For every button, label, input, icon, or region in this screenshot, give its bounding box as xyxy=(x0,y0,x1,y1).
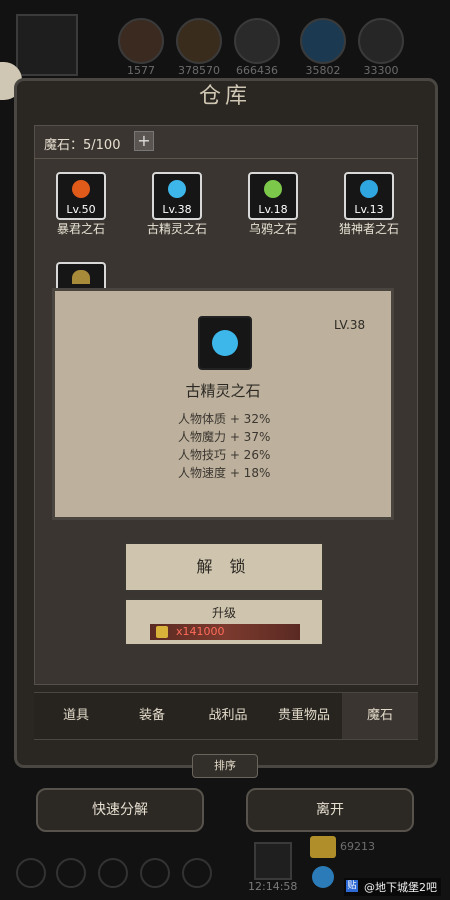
blue-gem-icon xyxy=(312,866,334,888)
stone-name: 乌鸦之石 xyxy=(248,222,297,236)
tab-equipment[interactable]: 装备 xyxy=(114,693,190,739)
tieba-icon: 贴 xyxy=(346,880,358,892)
clock-time: 12:14:58 xyxy=(248,880,298,893)
resource-value: 666436 xyxy=(236,64,278,77)
gold-coin-icon xyxy=(156,626,168,638)
stat-line: 人物技巧 + 26% xyxy=(178,448,271,462)
menu-circle-icon[interactable] xyxy=(140,858,170,888)
cloth-icon xyxy=(358,18,404,64)
stone-stats: 人物体质 + 32% 人物魔力 + 37% 人物技巧 + 26% 人物速度 + … xyxy=(178,410,270,482)
resource-value: 33300 xyxy=(363,64,399,77)
unlock-button[interactable]: 解 锁 xyxy=(124,542,324,592)
menu-circle-icon[interactable] xyxy=(16,858,46,888)
window-title: 仓库 xyxy=(198,84,251,109)
upgrade-cost-value: x141000 xyxy=(176,625,225,638)
expand-capacity-button[interactable]: + xyxy=(134,131,154,151)
leather-icon xyxy=(118,18,164,64)
upgrade-label: 升级 xyxy=(211,606,236,620)
stone-detail-name: 古精灵之石 xyxy=(185,382,261,400)
menu-circle-icon[interactable] xyxy=(98,858,128,888)
stone-slot[interactable]: Lv.13 xyxy=(344,172,394,220)
flame-stone-icon xyxy=(72,180,90,198)
stone-slot[interactable]: Lv.50 xyxy=(56,172,106,220)
category-tabs: 道具 装备 战利品 贵重物品 魔石 xyxy=(34,692,418,740)
stat-line: 人物体质 + 32% xyxy=(178,412,271,426)
stone-level: Lv.18 xyxy=(258,203,288,216)
stone-name: 猎神者之石 xyxy=(338,222,399,236)
stone-level: Lv.13 xyxy=(354,203,384,216)
upgrade-button[interactable]: 升级 x141000 xyxy=(124,598,324,646)
gold-value: 69213 xyxy=(340,840,375,853)
blue-shard-stone-icon xyxy=(360,180,378,198)
stone-detail-icon xyxy=(198,316,252,370)
stat-line: 人物速度 + 18% xyxy=(178,466,271,480)
upgrade-cost: x141000 xyxy=(150,624,300,640)
green-crystal-stone-icon xyxy=(264,180,282,198)
stone-count: 魔石：5/100 xyxy=(44,138,121,153)
wood-icon xyxy=(176,18,222,64)
blue-orb-stone-icon xyxy=(212,330,238,356)
sort-button[interactable]: 排序 xyxy=(192,754,258,778)
leave-button[interactable]: 离开 xyxy=(246,788,414,832)
stat-line: 人物魔力 + 37% xyxy=(178,430,271,444)
crystal-icon xyxy=(300,18,346,64)
stone-detail-level: LV.38 xyxy=(334,318,366,332)
gold-stone-icon xyxy=(72,270,90,284)
stone-name: 古精灵之石 xyxy=(146,222,207,236)
watermark-text: @地下城堡2吧 xyxy=(364,881,437,894)
tab-loot[interactable]: 战利品 xyxy=(190,693,266,739)
gift-icon[interactable] xyxy=(254,842,292,880)
stone-slot[interactable]: Lv.18 xyxy=(248,172,298,220)
menu-circle-icon[interactable] xyxy=(56,858,86,888)
tab-valuables[interactable]: 贵重物品 xyxy=(266,693,342,739)
gold-icon xyxy=(310,836,336,858)
stone-name: 暴君之石 xyxy=(56,222,105,236)
quick-salvage-button[interactable]: 快速分解 xyxy=(36,788,204,832)
watermark: 贴 @地下城堡2吧 xyxy=(344,878,441,896)
tab-items[interactable]: 道具 xyxy=(38,693,114,739)
menu-circle-icon[interactable] xyxy=(182,858,212,888)
tab-magic-stones[interactable]: 魔石 xyxy=(342,693,418,739)
ore-icon xyxy=(234,18,280,64)
stone-slot[interactable]: Lv.38 xyxy=(152,172,202,220)
stone-level: Lv.50 xyxy=(66,203,96,216)
avatar[interactable] xyxy=(16,14,78,76)
divider xyxy=(34,158,418,159)
blue-orb-stone-icon xyxy=(168,180,186,198)
stone-level: Lv.38 xyxy=(162,203,192,216)
